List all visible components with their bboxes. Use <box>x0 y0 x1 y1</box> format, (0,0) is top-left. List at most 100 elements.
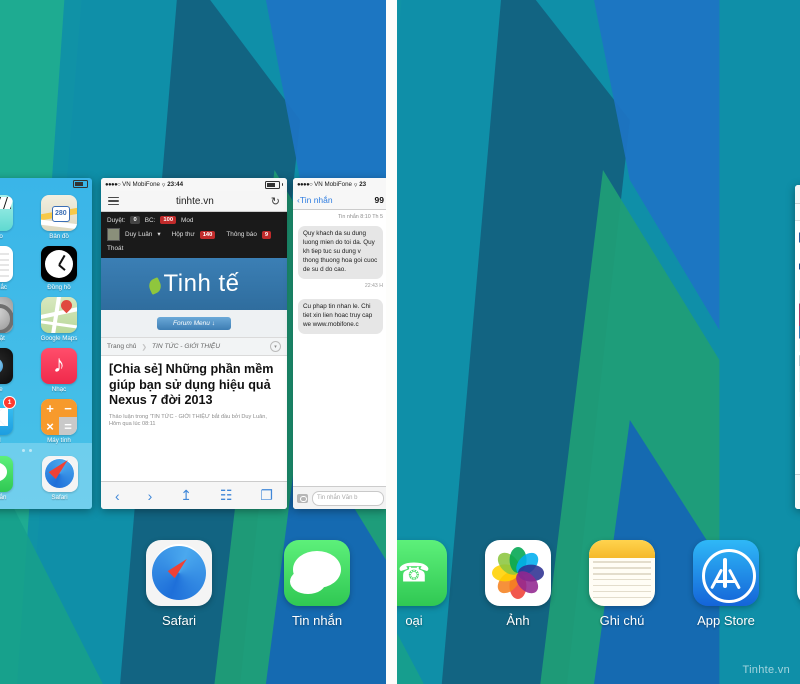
browse-label: Duyệt: <box>107 216 126 224</box>
inbox-count: 140 <box>199 230 216 240</box>
dock-app-appstore[interactable]: App Store <box>693 540 759 628</box>
dock-app-safari[interactable]: Safari <box>146 540 212 628</box>
app-icon-reminders[interactable]: Lời nhắc <box>0 246 17 291</box>
photos-navbar[interactable]: nh khắc Chọn <box>795 185 800 204</box>
messages-navbar[interactable]: ‹ Tin nhắn 99 <box>293 191 386 210</box>
app-icon-pulse[interactable]: Pulse <box>0 348 17 393</box>
dock-app-phone[interactable]: ☎ oại <box>397 540 447 628</box>
screenshot-root: 44 Video 280Bản đồ Lời nhắc Đồng hồ Cài đặt G… <box>0 0 800 684</box>
inbox-label[interactable]: Hộp thư <box>172 231 195 238</box>
wifi-icon: ▿ <box>353 181 358 189</box>
forum-menu-button[interactable]: Forum Menu ↓ <box>157 317 231 331</box>
mod-label[interactable]: Mod <box>181 217 193 224</box>
chevron-down-icon[interactable]: ▾ <box>157 231 160 238</box>
browse-count: 0 <box>130 216 140 225</box>
back-icon[interactable]: ‹ <box>115 488 120 504</box>
breadcrumb-section[interactable]: TIN TỨC - GIỚI THIỆU <box>152 343 220 350</box>
signal-dots-icon: ●●●●○ <box>297 181 313 188</box>
dock-app-photos[interactable]: Ảnh <box>485 540 551 628</box>
photos-bottom-bar[interactable]: Album <box>795 474 800 509</box>
leaf-icon <box>146 277 163 296</box>
dock-app-label: Ghi chú <box>599 613 645 628</box>
dock-icon-messages[interactable]: Tin nhắn <box>0 455 17 501</box>
photos-grid[interactable] <box>795 221 800 421</box>
chevron-down-icon[interactable]: ▾ <box>270 341 281 353</box>
thread-title: 99 <box>374 195 384 205</box>
app-icon-clock[interactable]: Đồng hồ <box>37 246 81 291</box>
safari-bottom-bar[interactable]: ‹ › ↥ ☷ ❐ <box>101 481 287 509</box>
photos-subbar[interactable]: Chia sẻ <box>795 204 800 221</box>
message-input[interactable]: Tin nhắn Văn b <box>312 490 384 506</box>
tinhte-banner: Tinh tế <box>101 258 287 311</box>
dock-app-label: Tin nhắn <box>291 613 343 628</box>
clock-label: 23:44 <box>167 181 184 188</box>
wifi-icon: ▿ <box>161 181 166 189</box>
app-label: Đồng hồ <box>47 284 71 291</box>
app-icon-music[interactable]: Nhạc <box>37 348 81 393</box>
dock-app-label: App Store <box>697 613 755 628</box>
app-icon-calculator[interactable]: + − × = Máy tính <box>37 399 81 444</box>
app-label: Safari <box>51 493 68 501</box>
address-bar[interactable]: tinhte.vn <box>119 196 271 207</box>
message-composer[interactable]: Tin nhắn Văn b <box>293 486 386 509</box>
app-icon-settings[interactable]: Cài đặt <box>0 297 17 342</box>
message-bubble: Quy khach da su dung luong mien do toi d… <box>298 226 383 279</box>
message-bubble: Cu phap tin nhan le. Chi tiet xin lien h… <box>298 298 383 334</box>
app-label: Bản đồ <box>49 233 69 240</box>
bc-count: 100 <box>160 216 177 225</box>
card-homescreen[interactable]: 44 Video 280Bản đồ Lời nhắc Đồng hồ Cài đặt G… <box>0 178 92 509</box>
app-label: Lời nhắc <box>0 284 7 291</box>
dock-app-label: Safari <box>162 613 196 628</box>
app-icon-google-maps[interactable]: Google Maps <box>37 297 81 342</box>
forum-userbar[interactable]: Duyệt: 0 BC: 100 Mod Duy Luân ▾ Hộp thư … <box>101 212 287 259</box>
dock-right[interactable]: ☎oạiẢnhGhi chúApp StoreLo <box>397 540 800 628</box>
pane-divider <box>386 0 397 684</box>
avatar <box>107 228 120 242</box>
clock-label: 23 <box>359 181 367 188</box>
app-label: Video <box>0 233 3 240</box>
dock-app-messages[interactable]: Tin nhắn <box>284 540 350 628</box>
app-label: Pulse <box>0 386 3 393</box>
homescreen-app-grid[interactable]: Video 280Bản đồ Lời nhắc Đồng hồ Cài đặt Goog… <box>0 190 92 444</box>
message-timestamp: 22:43 H <box>364 282 383 289</box>
forward-icon[interactable]: › <box>148 488 153 504</box>
share-icon[interactable]: ↥ <box>180 487 192 504</box>
homescreen-dock[interactable]: Tin nhắn Safari <box>0 443 92 509</box>
notify-count: 9 <box>261 230 272 240</box>
card-photos[interactable]: nh khắc Chọn Chia sẻ Album <box>795 185 800 509</box>
card-messages[interactable]: ●●●●○ VN MobiFone ▿ 23 ‹ Tin nhắn 99 Tin… <box>293 178 386 509</box>
forum-username[interactable]: Duy Luân <box>125 231 152 238</box>
app-icon-video[interactable]: Video <box>0 195 17 240</box>
breadcrumb-sep: ❯ <box>141 343 147 351</box>
signal-dots-icon: ●●●●○ <box>105 181 121 188</box>
article-byline: Thảo luận trong 'TIN TỨC - GIỚI THIỆU' b… <box>109 413 267 428</box>
camera-icon[interactable] <box>297 493 308 503</box>
bookmarks-icon[interactable]: ☷ <box>220 487 233 504</box>
notify-label[interactable]: Thông báo <box>226 231 257 238</box>
tabs-icon[interactable]: ❐ <box>260 487 273 504</box>
hamburger-icon[interactable] <box>108 195 119 207</box>
breadcrumb-home[interactable]: Trang chủ <box>107 343 136 350</box>
article-title: [Chia sẻ] Những phần mềm giúp bạn sử dụn… <box>109 362 274 408</box>
app-icon-maps[interactable]: 280 Bản đồ <box>37 195 81 240</box>
dock-app-notes[interactable]: Ghi chú <box>589 540 655 628</box>
right-screenshot-pane: nh khắc Chọn Chia sẻ Album ●●●●○ <box>397 0 800 684</box>
breadcrumb[interactable]: Trang chủ ❯ TIN TỨC - GIỚI THIỆU ▾ <box>101 337 287 357</box>
left-screenshot-pane: 44 Video 280Bản đồ Lời nhắc Đồng hồ Cài đặt G… <box>0 0 386 684</box>
dock-left[interactable]: Safari Tin nhắn <box>146 540 350 628</box>
battery-icon <box>73 180 88 188</box>
back-label[interactable]: Tin nhắn <box>300 195 333 205</box>
app-label: Cài đặt <box>0 335 5 342</box>
safari-toolbar[interactable]: tinhte.vn ↻ <box>101 191 287 212</box>
carrier-label: VN MobiFone <box>314 181 352 188</box>
dock-icon-safari[interactable]: Safari <box>38 455 82 501</box>
bc-label: BC: <box>144 216 156 224</box>
app-label: Tin nhắn <box>0 493 7 501</box>
article: [Chia sẻ] Những phần mềm giúp bạn sử dụn… <box>101 356 287 428</box>
card-safari[interactable]: ●●●●○ VN MobiFone ▿ 23:44 tinhte.vn ↻ Du… <box>101 178 287 509</box>
app-icon-mail[interactable]: 1Mail <box>0 396 17 444</box>
app-label: Nhạc <box>51 386 67 393</box>
logout-link[interactable]: Thoát <box>107 245 281 252</box>
forum-menu-wrap: Forum Menu ↓ <box>101 310 287 338</box>
reload-icon[interactable]: ↻ <box>271 195 280 208</box>
